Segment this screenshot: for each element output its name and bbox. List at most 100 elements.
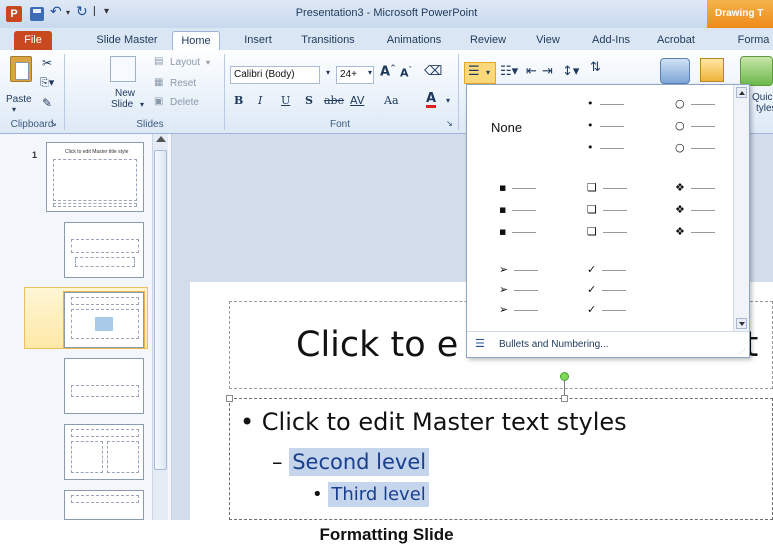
delete-label: Delete — [170, 97, 199, 108]
delete-icon: ▣ — [154, 96, 164, 107]
decrease-indent-icon[interactable]: ⇤ — [526, 64, 537, 79]
reset-label: Reset — [170, 78, 197, 89]
bold-button[interactable]: B — [234, 94, 243, 107]
thumb-title-placeholder — [71, 429, 139, 437]
cut-icon[interactable]: ✂ — [42, 56, 52, 70]
clear-formatting-icon[interactable]: ⌫ — [424, 64, 442, 79]
resize-handle[interactable] — [561, 395, 568, 402]
paste-icon-page — [15, 62, 29, 80]
bullets-list-icon: ☰ — [475, 337, 485, 350]
format-painter-icon[interactable]: ✎ — [42, 96, 52, 110]
thumb-subtitle-placeholder — [75, 257, 135, 267]
text-level-1[interactable]: • Click to edit Master text styles — [240, 408, 627, 436]
reset-icon: ▦ — [154, 77, 164, 88]
font-family-select[interactable]: Calibri (Body) — [230, 66, 320, 84]
shapes-icon[interactable] — [660, 58, 690, 84]
font-family-dropdown-icon[interactable]: ▾ — [326, 68, 330, 77]
master-slide-thumbnail[interactable]: Click to edit Master title style — [46, 142, 144, 212]
thumb-title-placeholder — [71, 239, 139, 253]
change-case-button[interactable]: Aa — [384, 94, 399, 107]
font-color-button[interactable]: A — [426, 92, 437, 108]
italic-button[interactable]: I — [258, 94, 262, 107]
tab-file[interactable]: File — [14, 31, 52, 50]
paste-label[interactable]: Paste — [6, 94, 32, 105]
text-level-2[interactable]: – Second level — [272, 448, 430, 476]
line-spacing-icon[interactable]: ↕▾ — [562, 64, 579, 79]
increase-indent-icon[interactable]: ⇥ — [542, 64, 553, 79]
grow-font-icon[interactable]: A^ — [380, 64, 396, 79]
strikethrough-button[interactable]: abe — [324, 94, 344, 107]
layout-thumbnail[interactable] — [64, 358, 144, 414]
font-size-dropdown-icon[interactable]: ▾ — [368, 68, 372, 77]
quick-styles-label-2[interactable]: tyles — [756, 103, 773, 114]
numbering-icon[interactable]: ☷▾ — [500, 64, 518, 79]
bullets-and-numbering-label: Bullets and Numbering... — [499, 339, 609, 350]
paste-dropdown-icon[interactable]: ▾ — [12, 105, 16, 114]
bullet-option-arrow[interactable]: ➢ ➢ ➢ — [499, 263, 569, 323]
text-level-3[interactable]: • Third level — [312, 482, 429, 507]
tab-insert[interactable]: Insert — [238, 31, 278, 50]
dropdown-scroll-up-icon[interactable] — [736, 87, 747, 98]
thumb-footer-placeholder — [53, 203, 137, 207]
ribbon-tabs: File Slide Master Home Insert Transition… — [0, 28, 773, 50]
dropdown-scroll-down-icon[interactable] — [736, 318, 747, 329]
bullet-none-option[interactable]: None — [491, 120, 522, 135]
bullet-option-checkmark[interactable]: ✓ ✓ ✓ — [587, 263, 657, 323]
dropdown-scrollbar[interactable] — [733, 85, 749, 331]
new-slide-label-2[interactable]: Slide — [111, 99, 133, 110]
bullet-option-filled-square[interactable]: ▪ ▪ ▪ — [499, 181, 569, 241]
thumbnail-scrollbar[interactable] — [152, 134, 168, 520]
thumb-content-icons — [95, 317, 113, 331]
tab-view[interactable]: View — [532, 31, 564, 50]
new-slide-icon[interactable] — [110, 56, 136, 82]
tab-animations[interactable]: Animations — [378, 31, 450, 50]
title-bar: P ↶ ▾ ↻ ⎸▾ Presentation3 - Microsoft Pow… — [0, 0, 773, 28]
tab-add-ins[interactable]: Add-Ins — [586, 31, 636, 50]
layout-thumbnail-selected[interactable] — [63, 291, 145, 349]
character-spacing-button[interactable]: AV — [350, 94, 364, 107]
tab-home[interactable]: Home — [172, 31, 220, 50]
bullets-dropdown-menu: None • • • ○ ○ ○ ▪ ▪ ▪ ❑ ❑ ❑ ❖ ❖ ❖ ➢ ➢ ➢… — [466, 84, 750, 358]
layout-icon: ▤ — [154, 56, 164, 67]
drawing-tools-context-tab[interactable]: Drawing T — [707, 0, 773, 28]
scrollbar-thumb[interactable] — [154, 150, 167, 470]
quick-styles-label[interactable]: Quic — [752, 92, 773, 103]
layout-thumbnail[interactable] — [64, 490, 144, 520]
thumb-right-placeholder — [107, 441, 139, 473]
bullet-option-filled-round[interactable]: • • • — [587, 97, 657, 157]
tab-review[interactable]: Review — [466, 31, 510, 50]
group-separator — [64, 54, 65, 130]
tab-transitions[interactable]: Transitions — [296, 31, 360, 50]
bullet-option-hollow-square[interactable]: ❑ ❑ ❑ — [587, 181, 657, 241]
new-slide-dropdown-icon[interactable]: ▾ — [140, 100, 144, 109]
thumb-title-placeholder — [71, 385, 139, 397]
slide-number: 1 — [32, 150, 38, 160]
resize-handle[interactable] — [226, 395, 233, 402]
arrange-icon[interactable] — [700, 58, 724, 82]
shadow-button[interactable]: S — [305, 94, 313, 107]
layout-label: Layout — [170, 57, 201, 68]
tab-format[interactable]: Forma — [734, 31, 773, 50]
scroll-up-icon[interactable] — [156, 136, 166, 142]
layout-thumbnail[interactable] — [64, 222, 144, 278]
window-title: Presentation3 - Microsoft PowerPoint — [295, 7, 478, 19]
tab-acrobat[interactable]: Acrobat — [654, 31, 698, 50]
font-launcher-icon[interactable]: ↘ — [446, 119, 453, 128]
underline-button[interactable]: U — [281, 94, 290, 107]
tab-slide-master[interactable]: Slide Master — [90, 31, 164, 50]
layout-dropdown-icon: ▾ — [206, 58, 211, 67]
bullets-and-numbering-item[interactable]: ☰ Bullets and Numbering... ⋰ — [467, 331, 749, 357]
copy-icon[interactable]: ⎘▾ — [40, 76, 54, 90]
font-color-dropdown-icon[interactable]: ▾ — [446, 96, 450, 105]
clipboard-launcher-icon[interactable]: ↘ — [50, 119, 57, 128]
rotation-handle[interactable] — [560, 372, 569, 381]
thumb-title-placeholder — [71, 297, 139, 305]
text-direction-icon[interactable]: ⇅ — [590, 60, 601, 75]
shrink-font-icon[interactable]: Aˇ — [400, 66, 412, 80]
bullets-dropdown-icon[interactable]: ▾ — [486, 68, 490, 77]
layout-thumbnail[interactable] — [64, 424, 144, 480]
resize-grip-icon[interactable]: ⋰ — [739, 348, 745, 355]
quick-styles-icon[interactable] — [740, 56, 773, 86]
new-slide-label[interactable]: New — [115, 88, 135, 99]
thumb-title-text: Click to edit Master title style — [65, 149, 129, 155]
